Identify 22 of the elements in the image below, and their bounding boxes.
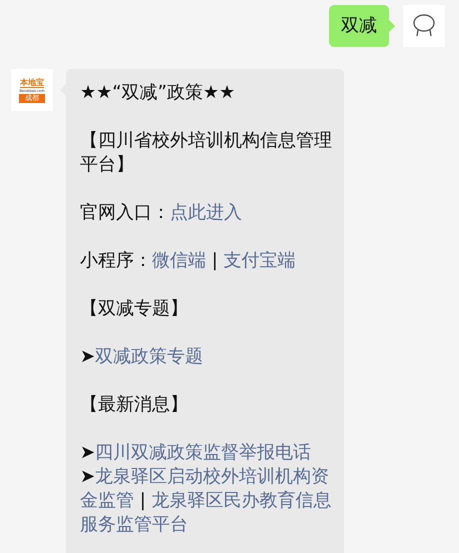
message-text: 平台】 xyxy=(80,154,134,175)
link[interactable]: 服务监管平台 xyxy=(80,514,188,535)
bullet-arrow: ➤ xyxy=(80,442,96,463)
message-text: 【双减专题】 xyxy=(80,298,188,319)
bullet-arrow: ➤ xyxy=(80,346,96,367)
link[interactable]: 支付宝端 xyxy=(224,250,296,271)
logo-text: 本地宝 xyxy=(20,78,44,88)
message-text: 官网入口： xyxy=(80,202,170,223)
link[interactable]: 双减政策专题 xyxy=(95,346,204,367)
message-text: ★★“双减”政策★★ xyxy=(80,82,236,103)
message-text: 【四川省校外培训机构信息管理 xyxy=(80,130,332,151)
message-text: | xyxy=(138,490,147,511)
link[interactable]: 龙泉驿区启动校外培训机构资 xyxy=(95,466,330,487)
link[interactable]: 四川双减政策监督举报电话 xyxy=(95,442,312,463)
link[interactable]: 龙泉驿区民办教育信息 xyxy=(152,490,332,511)
bullet-arrow: ➤ xyxy=(80,466,96,487)
link[interactable]: 微信端 xyxy=(152,250,206,271)
link[interactable]: 金监管 xyxy=(80,490,134,511)
link[interactable]: 点此进入 xyxy=(170,202,242,223)
message-text: 小程序： xyxy=(80,250,152,271)
message-text: | xyxy=(210,250,219,271)
message-text: 【最新消息】 xyxy=(80,394,188,415)
